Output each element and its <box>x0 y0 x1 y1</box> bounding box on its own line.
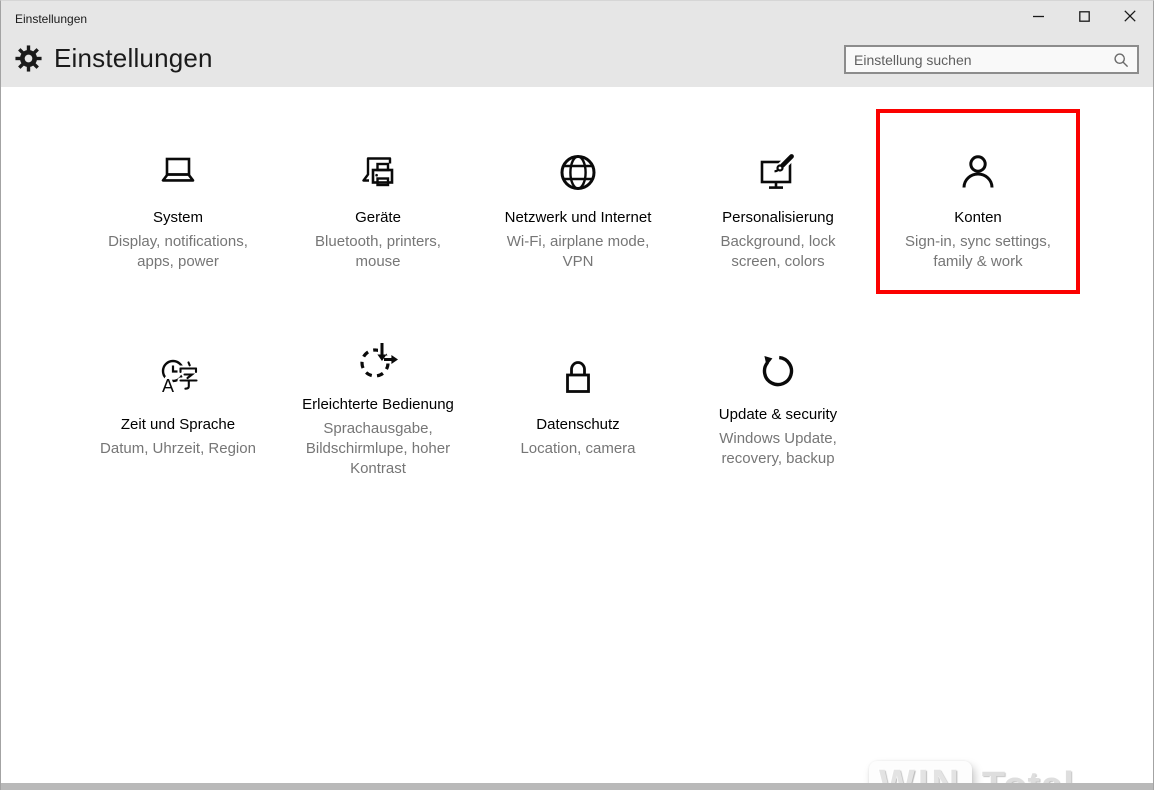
tile-title: Personalisierung <box>722 209 834 226</box>
titlebar: Einstellungen <box>1 1 1153 37</box>
gear-icon <box>15 44 42 72</box>
tile-subtitle: Background, lock screen, colors <box>720 233 836 270</box>
ease-of-access-icon <box>278 336 478 384</box>
tile-subtitle: Sprachausgabe, Bildschirmlupe, hoher Kon… <box>305 419 451 477</box>
tile-subtitle: Sign-in, sync settings, family & work <box>905 233 1051 270</box>
maximize-icon <box>1078 10 1090 22</box>
tile-devices[interactable]: Geräte Bluetooth, printers, mouse <box>278 111 478 292</box>
tile-subtitle: Display, notifications, apps, power <box>108 233 248 270</box>
tile-title: Zeit und Sprache <box>120 415 236 433</box>
window-bottom-border <box>1 783 1153 790</box>
tile-privacy[interactable]: Datenschutz Location, camera <box>478 356 678 459</box>
tile-subtitle: Location, camera <box>520 439 636 457</box>
lock-icon <box>478 356 678 404</box>
tile-subtitle: Bluetooth, printers, mouse <box>315 233 441 270</box>
minimize-icon <box>1032 11 1044 22</box>
tile-title: Datenschutz <box>536 415 620 433</box>
close-icon <box>1124 10 1136 22</box>
monitor-brush-icon <box>678 149 878 197</box>
tile-row-2: A Zeit und Sprache Datum, Uhrzeit, Regio… <box>78 339 1153 477</box>
tile-title: Netzwerk und Internet <box>504 209 652 226</box>
tile-subtitle: Windows Update, recovery, backup <box>719 429 837 467</box>
tile-grid: System Display, notifications, apps, pow… <box>1 109 1153 477</box>
clock-language-icon: A <box>78 356 278 404</box>
search-input[interactable] <box>846 51 1113 68</box>
app-header: Einstellungen <box>1 35 1153 81</box>
tile-title: Erleichterte Bedienung <box>302 395 454 413</box>
minimize-button[interactable] <box>1015 1 1061 31</box>
window-chrome: Einstellungen Einstellungen Einstellung … <box>1 1 1153 87</box>
page-title: Einstellungen <box>54 42 213 73</box>
tile-subtitle: Wi-Fi, airplane mode, VPN <box>506 233 650 270</box>
tile-title: Konten <box>954 209 1002 226</box>
tile-accounts[interactable]: Konten Sign-in, sync settings, family & … <box>876 109 1080 294</box>
svg-text:A: A <box>162 376 174 396</box>
globe-icon <box>478 149 678 197</box>
tile-row-1: System Display, notifications, apps, pow… <box>78 109 1153 294</box>
tile-ease-of-access[interactable]: Erleichterte Bedienung Sprachausgabe, Bi… <box>278 336 478 479</box>
settings-home: System Display, notifications, apps, pow… <box>1 109 1153 790</box>
printer-icon <box>278 149 478 197</box>
tile-system[interactable]: System Display, notifications, apps, pow… <box>78 111 278 292</box>
tile-title: System <box>152 209 203 226</box>
close-button[interactable] <box>1107 1 1153 31</box>
tile-title: Geräte <box>355 209 401 226</box>
tile-network[interactable]: Netzwerk und Internet Wi-Fi, airplane mo… <box>478 111 678 292</box>
maximize-button[interactable] <box>1061 1 1107 31</box>
search-box <box>844 45 1139 74</box>
refresh-icon <box>678 346 878 394</box>
tile-update-security[interactable]: Update & security Windows Update, recove… <box>678 346 878 469</box>
laptop-icon <box>78 149 278 197</box>
search-icon <box>1113 52 1137 68</box>
person-icon <box>878 149 1078 197</box>
tile-subtitle: Datum, Uhrzeit, Region <box>100 439 256 457</box>
window-controls <box>1015 1 1153 31</box>
tile-personalization[interactable]: Personalisierung Background, lock screen… <box>678 111 878 292</box>
settings-window: Einstellungen Einstellungen Einstellung … <box>0 0 1154 790</box>
window-title: Einstellungen <box>15 12 88 26</box>
tile-time-language[interactable]: A Zeit und Sprache Datum, Uhrzeit, Regio… <box>78 356 278 459</box>
tile-title: Update & security <box>718 405 838 423</box>
